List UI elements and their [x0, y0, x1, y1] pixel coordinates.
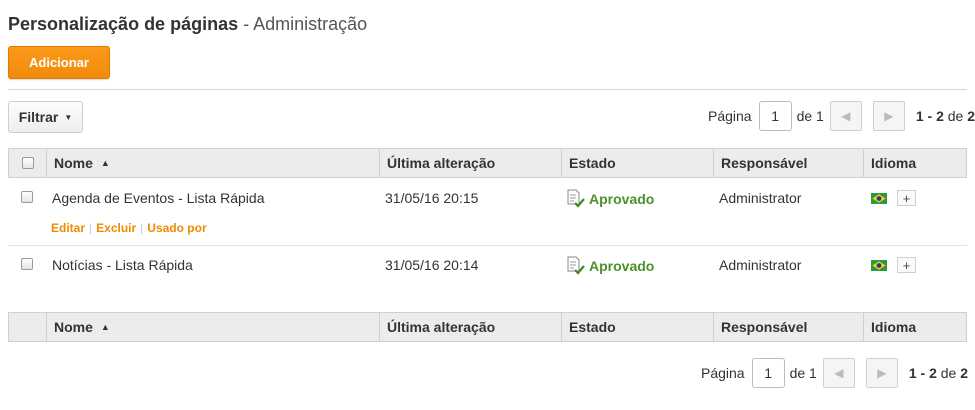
action-separator: | — [89, 221, 93, 235]
pager-page-label: Página — [708, 108, 752, 124]
pager-page-label: Página — [701, 365, 745, 381]
column-header-label: Idioma — [871, 155, 917, 171]
row-status-label: Aprovado — [589, 191, 655, 207]
pager-total: 2 — [960, 365, 969, 381]
row-status: Aprovado — [566, 256, 654, 276]
pager-of-label: de 1 — [796, 108, 824, 124]
chevron-left-icon: ◀ — [841, 109, 851, 123]
approved-document-icon — [567, 189, 585, 208]
table-row: Notícias - Lista Rápida 31/05/16 20:14 A… — [8, 246, 967, 296]
column-header-owner[interactable]: Responsável — [713, 313, 863, 341]
add-button[interactable]: Adicionar — [8, 46, 110, 79]
chevron-left-icon: ◀ — [834, 366, 844, 380]
next-page-button[interactable]: ▶ — [865, 358, 898, 388]
column-header-label: Última alteração — [387, 155, 496, 171]
column-header-label: Responsável — [721, 155, 808, 171]
select-all-cell — [9, 149, 46, 177]
chevron-right-icon: ▶ — [877, 366, 887, 380]
brazil-flag-icon[interactable] — [871, 259, 887, 271]
filter-button-label: Filtrar — [18, 109, 59, 125]
previous-page-button[interactable]: ◀ — [829, 101, 862, 131]
brazil-flag-icon[interactable] — [871, 192, 887, 204]
filter-button[interactable]: Filtrar ▼ — [8, 101, 83, 133]
page-number-input[interactable] — [751, 358, 785, 388]
add-language-button[interactable]: + — [897, 257, 916, 273]
pager-top: Página de 1 ◀ ▶ 1 - 2 de 2 — [708, 101, 975, 131]
column-header-status[interactable]: Estado — [561, 149, 713, 177]
row-owner: Administrator — [719, 257, 802, 273]
used-by-link[interactable]: Usado por — [147, 221, 206, 235]
column-header-status[interactable]: Estado — [561, 313, 713, 341]
row-modified: 31/05/16 20:14 — [385, 257, 479, 273]
column-header-label: Última alteração — [387, 319, 496, 335]
action-separator: | — [140, 221, 144, 235]
column-header-language[interactable]: Idioma — [863, 149, 966, 177]
row-owner: Administrator — [719, 190, 802, 206]
caret-down-icon: ▼ — [64, 112, 73, 122]
page-title: Personalização de páginas - Administraçã… — [8, 14, 367, 35]
column-header-label: Nome — [54, 319, 93, 335]
table-header: Nome ▲ Última alteração Estado Responsáve… — [8, 148, 967, 178]
column-header-name[interactable]: Nome ▲ — [46, 313, 379, 341]
column-header-label: Responsável — [721, 319, 808, 335]
row-checkbox[interactable] — [21, 191, 33, 203]
pager-range-of: de — [943, 108, 968, 124]
previous-page-button[interactable]: ◀ — [822, 358, 855, 388]
sort-ascending-icon: ▲ — [100, 158, 110, 168]
pager-bottom: Página de 1 ◀ ▶ 1 - 2 de 2 — [701, 358, 968, 388]
column-header-language[interactable]: Idioma — [863, 313, 966, 341]
column-header-name[interactable]: Nome ▲ — [46, 149, 379, 177]
pager-total: 2 — [967, 108, 975, 124]
approved-document-icon — [567, 256, 585, 275]
table-row: Agenda de Eventos - Lista Rápida 31/05/1… — [8, 179, 967, 245]
column-header-label: Idioma — [871, 319, 917, 335]
chevron-right-icon: ▶ — [884, 109, 894, 123]
table-footer-header: Nome ▲ Última alteração Estado Responsáve… — [8, 312, 967, 342]
column-header-label: Nome — [54, 155, 93, 171]
row-language: + — [871, 257, 916, 273]
delete-link[interactable]: Excluir — [96, 221, 136, 235]
select-all-checkbox[interactable] — [21, 157, 34, 169]
select-all-cell — [9, 313, 46, 341]
row-status-label: Aprovado — [589, 258, 655, 274]
page-number-input[interactable] — [758, 101, 792, 131]
plus-icon: + — [902, 190, 911, 206]
column-header-modified[interactable]: Última alteração — [379, 313, 561, 341]
row-name[interactable]: Agenda de Eventos - Lista Rápida — [52, 190, 264, 206]
pager-range: 1 - 2 de 2 — [916, 108, 975, 124]
sort-ascending-icon: ▲ — [100, 322, 110, 332]
next-page-button[interactable]: ▶ — [872, 101, 905, 131]
divider — [8, 89, 967, 90]
pager-of-label: de 1 — [789, 365, 817, 381]
pager-range: 1 - 2 de 2 — [909, 365, 968, 381]
row-name[interactable]: Notícias - Lista Rápida — [52, 257, 193, 273]
page-title-sub: - Administração — [238, 14, 368, 34]
column-header-label: Estado — [569, 319, 616, 335]
column-header-modified[interactable]: Última alteração — [379, 149, 561, 177]
column-header-owner[interactable]: Responsável — [713, 149, 863, 177]
row-actions: Editar | Excluir | Usado por — [51, 221, 207, 235]
row-status: Aprovado — [566, 189, 654, 209]
pager-range-value: 1 - 2 — [908, 365, 937, 381]
row-language: + — [871, 190, 916, 206]
add-language-button[interactable]: + — [897, 190, 916, 206]
pager-range-of: de — [936, 365, 961, 381]
edit-link[interactable]: Editar — [51, 221, 85, 235]
page-title-main: Personalização de páginas — [8, 14, 239, 34]
plus-icon: + — [902, 257, 911, 273]
pager-range-value: 1 - 2 — [915, 108, 944, 124]
row-modified: 31/05/16 20:15 — [385, 190, 479, 206]
column-header-label: Estado — [569, 155, 616, 171]
row-checkbox[interactable] — [21, 258, 33, 270]
